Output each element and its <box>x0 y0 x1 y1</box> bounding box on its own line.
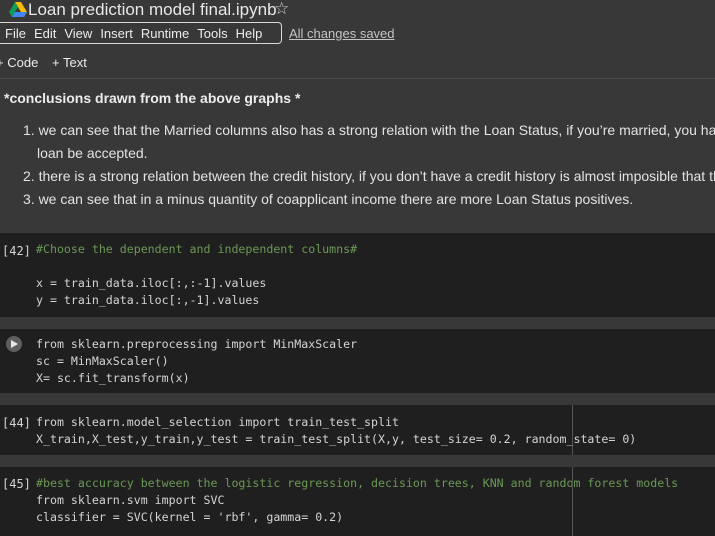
code-line: #best accuracy between the logistic regr… <box>36 476 679 490</box>
code-cell-45[interactable]: [45] #best accuracy between the logistic… <box>0 467 715 536</box>
run-cell-icon[interactable] <box>4 335 22 353</box>
code-cell-minmax[interactable]: from sklearn.preprocessing import MinMax… <box>0 329 715 393</box>
code-editor[interactable]: from sklearn.model_selection import trai… <box>36 414 636 448</box>
list-item: 3. we can see that in a minus quantity o… <box>23 191 634 207</box>
execution-count: [45] <box>2 477 31 491</box>
code-editor[interactable]: #Choose the dependent and independent co… <box>36 241 357 309</box>
code-line: X_train,X_test,y_train,y_test = train_te… <box>36 432 637 446</box>
code-line: #Choose the dependent and independent co… <box>36 242 358 256</box>
code-line: sc = MinMaxScaler() <box>36 354 169 368</box>
notebook-title[interactable]: Loan prediction model final.ipynb <box>28 0 277 20</box>
execution-count: [44] <box>2 416 31 430</box>
code-editor[interactable]: #best accuracy between the logistic regr… <box>36 475 678 526</box>
code-editor[interactable]: from sklearn.preprocessing import MinMax… <box>36 336 357 387</box>
menu-bar: File Edit View Insert Runtime Tools Help <box>0 22 282 44</box>
markdown-heading: *conclusions drawn from the above graphs… <box>4 90 301 106</box>
code-cell-42[interactable]: [42] #Choose the dependent and independe… <box>0 233 715 317</box>
ruler-line <box>572 405 573 455</box>
code-line: x = train_data.iloc[:,:-1].values <box>36 276 267 290</box>
menu-help[interactable]: Help <box>231 26 263 41</box>
star-icon[interactable]: ☆ <box>274 0 289 19</box>
code-line: from sklearn.model_selection import trai… <box>36 415 399 429</box>
markdown-cell[interactable]: *conclusions drawn from the above graphs… <box>0 84 715 214</box>
cell-toolbar: + Code + Text <box>0 53 715 73</box>
code-line: X= sc.fit_transform(x) <box>36 371 190 385</box>
menu-view[interactable]: View <box>59 26 92 41</box>
list-item: 2. there is a strong relation between th… <box>23 168 715 184</box>
menu-runtime[interactable]: Runtime <box>136 26 189 41</box>
ruler-line <box>572 467 573 536</box>
add-code-button[interactable]: + Code <box>0 55 38 70</box>
menu-tools[interactable]: Tools <box>192 26 227 41</box>
code-cell-44[interactable]: [44] from sklearn.model_selection import… <box>0 405 715 455</box>
menu-file[interactable]: File <box>0 26 26 41</box>
toolbar-divider <box>0 78 715 79</box>
title-row: Loan prediction model final.ipynb ☆ <box>0 0 715 22</box>
save-status-link[interactable]: All changes saved <box>289 26 395 41</box>
list-item-continuation: loan be accepted. <box>37 145 148 161</box>
execution-count: [42] <box>2 244 31 258</box>
code-line: y = train_data.iloc[:,-1].values <box>36 293 260 307</box>
code-line: classifier = SVC(kernel = 'rbf', gamma= … <box>36 510 344 524</box>
menu-edit[interactable]: Edit <box>29 26 56 41</box>
list-item: 1. we can see that the Married columns a… <box>23 122 715 138</box>
google-drive-icon <box>9 2 27 17</box>
code-line: from sklearn.svm import SVC <box>36 493 225 507</box>
add-text-button[interactable]: + Text <box>52 55 87 70</box>
menu-insert[interactable]: Insert <box>95 26 133 41</box>
plus-icon: + <box>52 55 63 70</box>
code-line: from sklearn.preprocessing import MinMax… <box>36 337 358 351</box>
